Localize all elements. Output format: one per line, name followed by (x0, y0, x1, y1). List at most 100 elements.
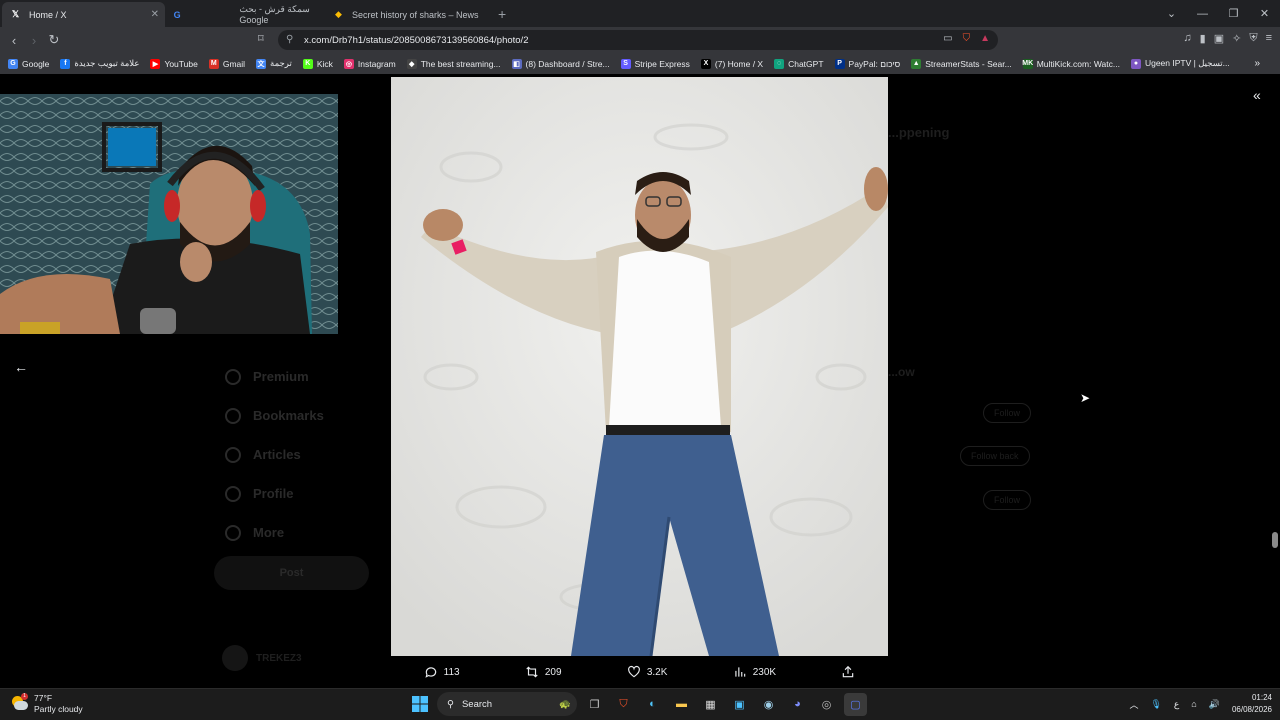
bookmark-item[interactable]: ◆ The best streaming... (406, 58, 501, 69)
bookmark-favicon-icon: ▶ (150, 58, 161, 69)
bookmark-item[interactable]: ▶ YouTube (150, 58, 198, 69)
cast-icon[interactable]: ▭ (943, 33, 952, 44)
steam-icon[interactable]: ◉ (757, 693, 780, 716)
microsoft-store-icon[interactable]: ▦ (699, 693, 722, 716)
page-scrollbar[interactable] (1271, 77, 1279, 688)
scrollbar-thumb[interactable] (1272, 532, 1278, 548)
heart-icon (627, 665, 640, 678)
bookmark-item[interactable]: X (7) Home / X (700, 58, 763, 69)
bookmark-label: Google (22, 58, 50, 69)
edge-like-app-icon[interactable]: ◐ (641, 693, 664, 716)
wallet-icon[interactable]: ▣ (1214, 32, 1224, 45)
brave-browser-icon[interactable]: ⛉ (612, 693, 635, 716)
repost-icon (526, 666, 538, 678)
bookmark-item[interactable]: S Stripe Express (620, 58, 690, 69)
nav-articles: Articles (225, 435, 324, 474)
nav-more: More (225, 513, 324, 552)
bookmark-favicon-icon: G (8, 58, 18, 69)
tab-title: Home / X (29, 9, 67, 20)
collapse-panel-icon[interactable]: « (1253, 87, 1261, 103)
bookmark-favicon-icon: K (302, 58, 313, 69)
bookmark-item[interactable]: ◧ (8) Dashboard / Stre... (511, 58, 610, 69)
bookmark-label: Stripe Express (634, 58, 690, 69)
obs-like-icon[interactable]: ◎ (815, 693, 838, 716)
bookmarks-overflow-icon[interactable]: » (1254, 58, 1260, 69)
bookmark-item[interactable]: ● Ugeen IPTV | تسجيل... (1130, 58, 1230, 69)
repost-button[interactable]: 209 (525, 665, 562, 679)
menu-icon[interactable]: ≡ (1266, 32, 1272, 45)
bookmark-favicon-icon: MK (1022, 58, 1034, 69)
share-button[interactable] (841, 665, 855, 679)
brave-rewards-icon[interactable]: ▲ (980, 33, 990, 44)
bookmark-favicon-icon: f (60, 58, 71, 69)
views-button[interactable]: 230K (733, 665, 776, 679)
bookmark-icon[interactable]: ⌑ (258, 32, 264, 45)
bookmark-item[interactable]: 文 ترجمة (256, 58, 292, 69)
reload-icon[interactable]: ↻ (44, 32, 64, 48)
app-window-icon[interactable]: ▣ (728, 693, 751, 716)
close-window-icon[interactable]: ✕ (1249, 7, 1280, 20)
tab-search-icon[interactable]: ⌄ (1156, 7, 1187, 20)
weather-widget[interactable]: 1 77°F Partly cloudy (10, 693, 83, 715)
webcam-image (0, 94, 338, 334)
post-button: Post (214, 556, 369, 590)
task-view-icon[interactable]: ❐ (583, 693, 606, 716)
back-icon[interactable]: ‹ (4, 33, 24, 48)
address-bar[interactable]: ⌑ ⚲ x.com/Drb7h1/status/2085008673139560… (258, 30, 998, 50)
tray-overflow-icon[interactable]: ︿ (1129, 698, 1138, 711)
bookmark-item[interactable]: M Gmail (208, 58, 245, 69)
volume-icon[interactable]: 🔊 (1209, 699, 1220, 710)
bookmark-item[interactable]: G Google (8, 58, 50, 69)
bookmark-label: (8) Dashboard / Stre... (525, 58, 610, 69)
bookmark-item[interactable]: ▲ StreamerStats - Sear... (911, 58, 1012, 69)
tab-sharks-news[interactable]: ◆ Secret history of sharks – News (325, 2, 490, 27)
sidebar-icon[interactable]: ▮ (1200, 32, 1206, 45)
articles-icon (225, 446, 241, 463)
bookmark-label: MultiKick.com: Watc... (1036, 58, 1120, 69)
bookmark-favicon-icon: S (620, 58, 631, 69)
like-button[interactable]: 3.2K (627, 665, 668, 679)
nav-profile: Profile (225, 474, 324, 513)
tab-home-x[interactable]: 𝕏 Home / X ✕ (2, 2, 165, 27)
windows-start-icon[interactable] (408, 693, 431, 716)
microphone-icon[interactable]: 🎙 (1150, 699, 1161, 710)
tab-google-search[interactable]: G سمكة قرش - بحث Google (165, 2, 325, 27)
tab-title: سمكة قرش - بحث Google (239, 4, 310, 25)
bookmark-item[interactable]: K Kick (302, 58, 333, 69)
discord-icon[interactable]: ◕ (786, 693, 809, 716)
brave-shield-icon[interactable]: ⛉ (963, 33, 971, 44)
media-icon[interactable]: ♫ (1183, 32, 1191, 45)
system-tray: ︿ 🎙 ع ⌂ 🔊 01:24 06/08/2026 (1129, 692, 1272, 716)
network-icon[interactable]: ⌂ (1191, 699, 1196, 709)
new-tab-button[interactable]: + (498, 6, 506, 27)
bookmark-item[interactable]: ◌ ChatGPT (774, 58, 824, 69)
clock-date: 06/08/2026 (1231, 705, 1272, 714)
clock[interactable]: 01:24 06/08/2026 (1232, 692, 1272, 716)
site-info-icon[interactable]: ⚲ (286, 34, 293, 45)
restore-icon[interactable]: ❐ (1218, 7, 1249, 20)
bookmark-label: ChatGPT (788, 58, 824, 69)
bookmark-item[interactable]: MK MultiKick.com: Watc... (1022, 58, 1120, 69)
vpn-icon[interactable]: ⛨ (1249, 32, 1257, 45)
previous-arrow-icon[interactable]: ← (14, 359, 28, 375)
search-icon: ⚲ (447, 698, 454, 710)
reply-button[interactable]: 113 (424, 665, 460, 679)
streamer-webcam-overlay (0, 94, 338, 334)
bookmark-item[interactable]: f علامة تبويب جديدة (60, 58, 139, 69)
taskbar-search[interactable]: ⚲ Search 🐢 (437, 692, 577, 716)
input-language[interactable]: ع (1174, 699, 1179, 710)
bookmark-item[interactable]: P PayPal: סיכום (834, 58, 900, 69)
x-logo-icon: 𝕏 (11, 9, 20, 19)
like-count: 3.2K (646, 666, 668, 678)
minimize-icon[interactable]: — (1187, 8, 1218, 20)
bookmark-item[interactable]: ◎ Instagram (343, 58, 396, 69)
bookmark-label: The best streaming... (420, 58, 501, 69)
file-explorer-icon[interactable]: ▬ (670, 693, 693, 716)
leo-ai-icon[interactable]: ✧ (1232, 32, 1241, 45)
forward-icon[interactable]: › (24, 33, 44, 48)
post-photo[interactable] (391, 77, 888, 656)
bookmarks-bar: G Google f علامة تبويب جديدة ▶ YouTube M Gmail 文… (0, 53, 1280, 74)
weather-temp: 77°F (34, 693, 53, 703)
active-app-icon[interactable]: ▢ (844, 692, 867, 716)
close-icon[interactable]: ✕ (151, 9, 159, 20)
